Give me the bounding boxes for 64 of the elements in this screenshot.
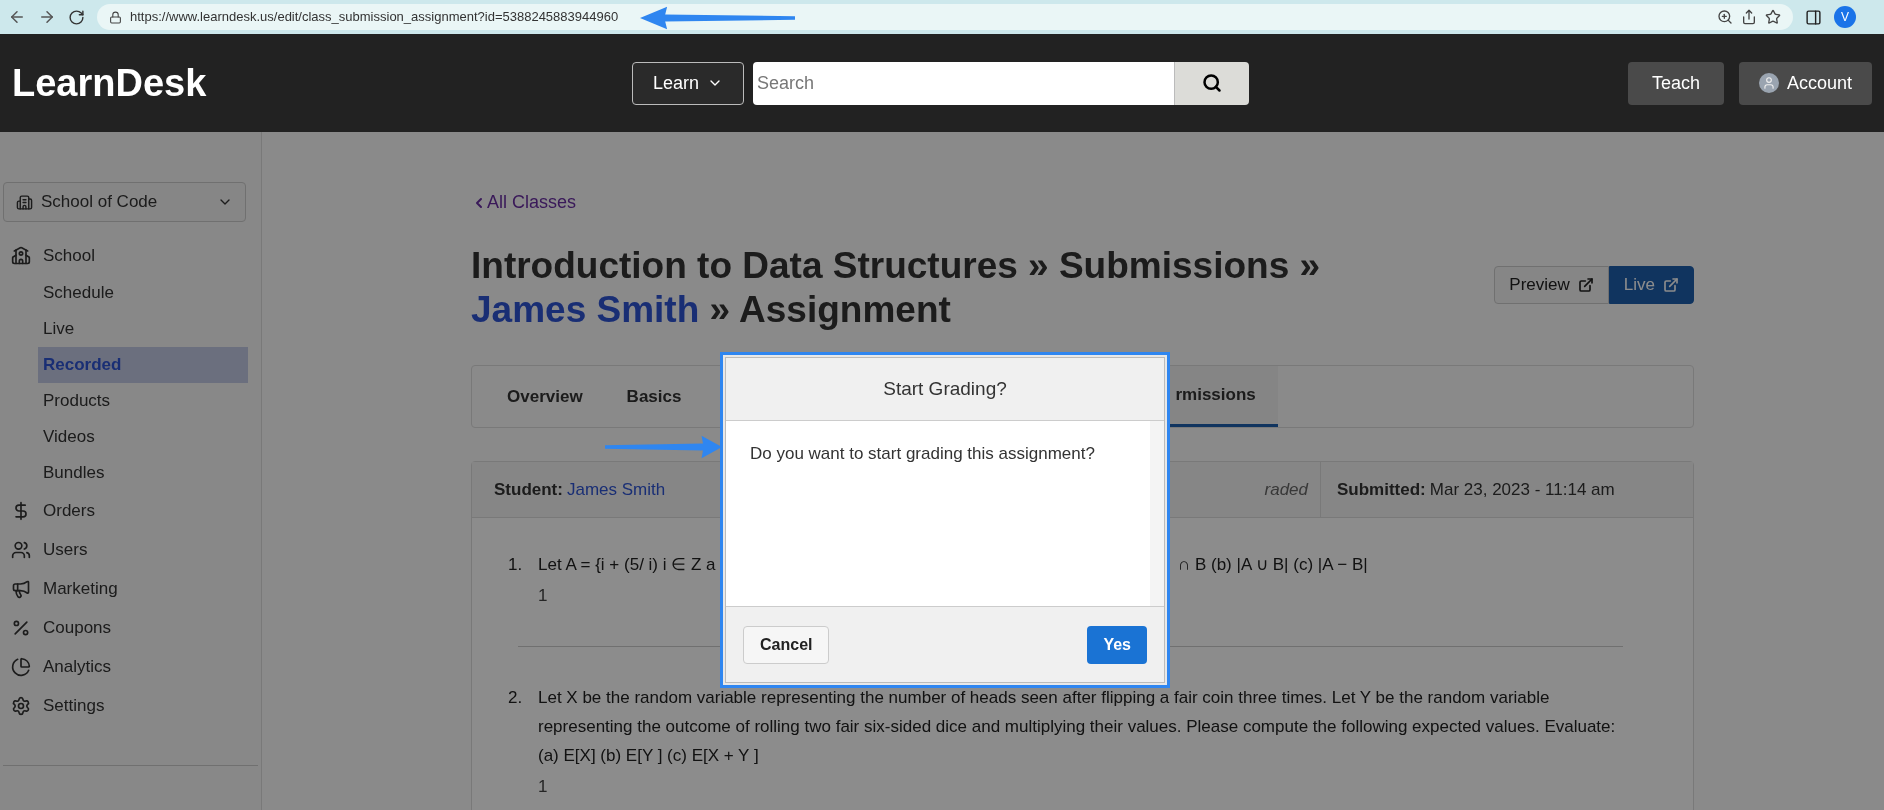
student-link[interactable]: James Smith: [471, 289, 700, 330]
cancel-button[interactable]: Cancel: [743, 625, 830, 664]
school-icon: [11, 245, 31, 266]
grading-status: raded: [1264, 478, 1308, 501]
settings-icon: [11, 695, 31, 716]
search-field[interactable]: Search: [753, 61, 1175, 105]
question-text: Let A = {i + (5/ i) i ∈ Z a: [538, 554, 717, 576]
share-icon[interactable]: [1741, 9, 1757, 25]
building-icon: [16, 193, 33, 211]
sidebar-subitem[interactable]: Live: [38, 311, 248, 347]
sidebar-subitem[interactable]: Videos: [38, 419, 248, 455]
all-classes-link[interactable]: All Classes: [471, 189, 1694, 216]
sidebar-item[interactable]: Marketing: [3, 569, 258, 608]
sidebar-item[interactable]: Orders: [3, 491, 258, 530]
megaphone-icon: [11, 578, 31, 599]
view-button[interactable]: Preview: [1494, 266, 1609, 304]
avatar-icon: [1758, 73, 1779, 93]
page-title: Introduction to Data Structures » Submissions » James Smith » Assignment: [471, 244, 1322, 332]
question-number: 2.: [508, 686, 524, 709]
zoom-icon[interactable]: [1717, 9, 1733, 25]
teach-button[interactable]: Teach: [1627, 61, 1724, 105]
sidebar-item[interactable]: Coupons: [3, 608, 258, 647]
external-link-icon: [1663, 277, 1679, 293]
sidebar-item[interactable]: Analytics: [3, 647, 258, 686]
site-logo[interactable]: LearnDesk: [12, 54, 632, 112]
star-icon[interactable]: [1765, 9, 1781, 25]
student-label: Student:: [494, 478, 563, 501]
address-bar[interactable]: https://www.learndesk.us/edit/class_submission_assignment?id=5388245883944960: [97, 4, 1793, 30]
sidebar-item[interactable]: Users: [3, 530, 258, 569]
submitted-label: Submitted:: [1337, 478, 1426, 501]
student-link[interactable]: James Smith: [566, 476, 666, 503]
question-text: ∩ B (b) |A ∪ B| (c) |A − B|: [1178, 554, 1368, 576]
search-icon: [1202, 73, 1223, 93]
back-icon[interactable]: [8, 8, 26, 26]
school-dropdown[interactable]: School of Code: [3, 182, 246, 222]
learn-menu-button[interactable]: Learn: [632, 61, 745, 105]
dialog-title: Start Grading?: [883, 376, 1007, 401]
reload-icon[interactable]: [68, 8, 85, 26]
users-icon: [11, 539, 31, 560]
sidebar-subitem[interactable]: Products: [38, 383, 248, 419]
forward-icon[interactable]: [38, 8, 56, 26]
sidebar-toggle-icon[interactable]: [1805, 8, 1822, 26]
tab[interactable]: Basics: [604, 366, 704, 427]
sidebar-subitem[interactable]: Schedule: [38, 275, 248, 311]
view-button[interactable]: Live: [1608, 266, 1694, 304]
sidebar-item[interactable]: School: [3, 236, 258, 275]
url-text: https://www.learndesk.us/edit/class_submission_assignment?id=5388245883944960: [130, 8, 619, 27]
answer-text: 1: [538, 775, 549, 798]
profile-avatar[interactable]: V: [1834, 6, 1856, 28]
account-button[interactable]: Account: [1738, 61, 1872, 105]
external-link-icon: [1577, 277, 1594, 293]
question-number: 1.: [508, 554, 524, 576]
search-button[interactable]: [1174, 61, 1250, 105]
question-text: Let X be the random variable representing the number of heads seen after flipping a fair coin three times. Let Y be the random variable representing the outcome of rolling two fair six-sided dice and multiplying their values. Please compute the following expected values. Evaluate: (a) E[X] (b) E[Y ] (c) E[X + Y ]: [538, 686, 1617, 767]
sidebar-item[interactable]: Settings: [3, 686, 258, 725]
dialog-message: Do you want to start grading this assignment?: [750, 444, 1095, 463]
sidebar-subitem[interactable]: Recorded: [38, 347, 248, 383]
sidebar-subitem[interactable]: Bundles: [38, 455, 248, 491]
pie-chart-icon: [11, 656, 31, 677]
tab[interactable]: Overview: [485, 366, 605, 427]
lock-icon: [109, 10, 122, 24]
answer-text: 1: [538, 585, 549, 607]
yes-button[interactable]: Yes: [1087, 625, 1147, 664]
submitted-date: Mar 23, 2023 - 11:14 am: [1429, 478, 1615, 501]
